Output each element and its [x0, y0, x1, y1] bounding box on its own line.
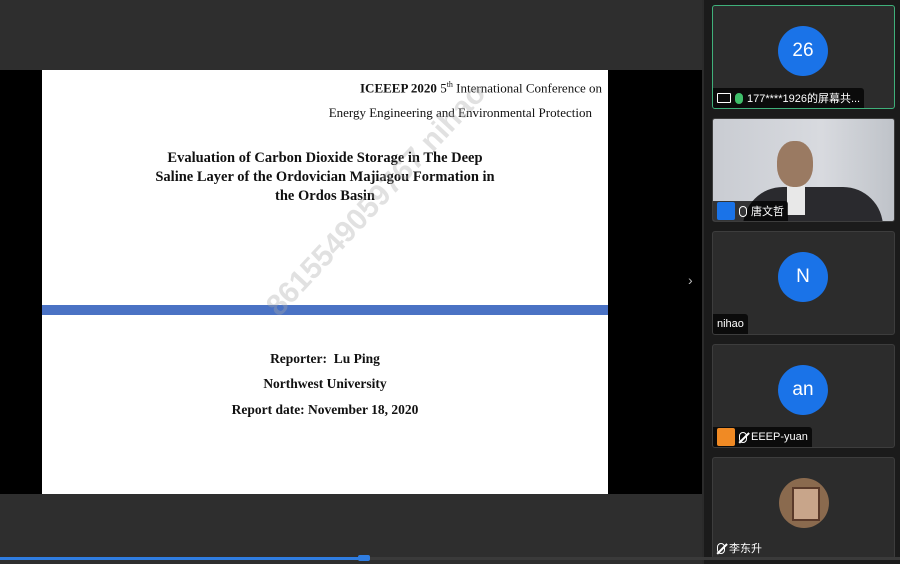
reporter-text: Reporter: Lu Ping [270, 351, 380, 366]
participant-namebar: 唐文哲 [713, 201, 788, 221]
participant-name: 李东升 [729, 543, 762, 555]
progress-knob[interactable] [358, 555, 370, 561]
participant-tile-eeep-yuan[interactable]: an EEEP-yuan [712, 344, 895, 448]
slide-divider-bar [42, 305, 608, 315]
participant-gallery: 26 177****1926的屏幕共... 唐文哲 N nihao an EEE… [704, 0, 900, 564]
participant-name: nihao [717, 318, 744, 330]
slide-title: Evaluation of Carbon Dioxide Storage in … [155, 150, 495, 204]
participant-namebar: 李东升 [713, 538, 766, 558]
main-video-area: ICEEEP 2020 5th International Conference… [0, 0, 702, 564]
participant-name: 唐文哲 [751, 206, 784, 218]
participant-namebar: EEEP-yuan [713, 427, 812, 447]
screen-share-icon [717, 93, 731, 103]
microphone-icon [739, 205, 747, 217]
avatar: N [778, 252, 828, 302]
user-icon [717, 202, 735, 220]
participant-namebar: nihao [713, 314, 748, 334]
microphone-icon [735, 92, 743, 104]
next-page-chevron-icon[interactable]: › [688, 272, 693, 288]
participant-name: 177****1926的屏幕共... [747, 93, 861, 105]
muted-microphone-icon [717, 542, 725, 554]
report-date-text: Report date: November 18, 2020 [231, 402, 419, 417]
bottom-progress-bar [0, 555, 900, 561]
avatar: an [778, 365, 828, 415]
participant-tile-nihao[interactable]: N nihao [712, 231, 895, 335]
shared-slide: ICEEEP 2020 5th International Conference… [42, 70, 608, 494]
participant-name: EEEP-yuan [751, 431, 808, 443]
participant-namebar: 177****1926的屏幕共... [713, 88, 865, 108]
participant-tile-screen-share[interactable]: 26 177****1926的屏幕共... [712, 5, 895, 109]
avatar: 26 [778, 26, 828, 76]
avatar [779, 478, 829, 528]
participant-tile-li[interactable]: 李东升 [712, 457, 895, 559]
user-icon [717, 428, 735, 446]
participant-tile-video[interactable]: 唐文哲 [712, 118, 895, 222]
institution-text: Northwest University [263, 376, 387, 391]
muted-microphone-icon [739, 431, 747, 443]
